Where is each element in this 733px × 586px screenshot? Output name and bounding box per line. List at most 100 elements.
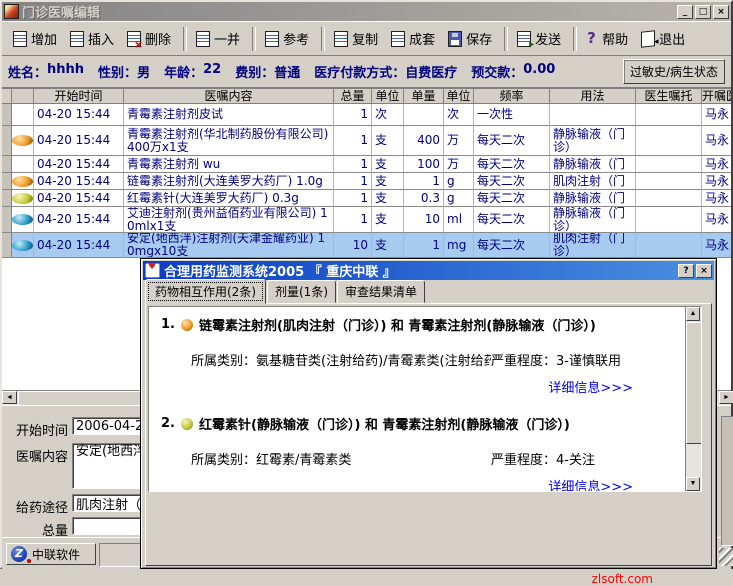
cell-order-content[interactable]: 青霉素注射剂 wu <box>124 156 334 173</box>
toolbar-button[interactable]: 参考 <box>260 25 317 52</box>
cell-unit1[interactable]: 支 <box>372 126 404 156</box>
cell-unit2[interactable]: 万 <box>444 156 474 173</box>
toolbar-button[interactable]: 一并 <box>191 25 248 52</box>
toolbar-button[interactable]: 成套 <box>386 25 443 52</box>
cell-unit1[interactable]: 支 <box>372 156 404 173</box>
allergy-history-button[interactable]: 过敏史/病生状态 <box>623 59 725 84</box>
cell-unit1[interactable]: 支 <box>372 190 404 207</box>
scroll-right-icon[interactable]: ► <box>719 391 733 404</box>
cell-frequency[interactable]: 每天二次 <box>474 126 550 156</box>
cell-doctor-note[interactable] <box>636 156 702 173</box>
cell-prescribing-doctor[interactable]: 马永 <box>702 126 731 156</box>
detail-info-link[interactable]: 详细信息>>> <box>159 476 685 492</box>
row-selector-cell[interactable] <box>2 156 12 173</box>
cell-amount[interactable]: 400 <box>404 126 444 156</box>
toolbar-button[interactable]: 发送 <box>512 25 569 52</box>
cell-total[interactable]: 1 <box>334 173 372 190</box>
cell-total[interactable]: 1 <box>334 104 372 126</box>
toolbar-button[interactable]: 复制 <box>329 25 386 52</box>
cell-frequency[interactable]: 每天二次 <box>474 190 550 207</box>
scroll-up-icon[interactable]: ▲ <box>686 307 700 321</box>
table-row[interactable]: 04-20 15:44 红霉素针(大连美罗大药厂) 0.3g 1 支 0.3 g… <box>2 190 731 207</box>
toolbar-button[interactable]: 帮助 <box>581 25 636 52</box>
cell-prescribing-doctor[interactable]: 马永 <box>702 233 731 258</box>
cell-doctor-note[interactable] <box>636 104 702 126</box>
dialog-tab[interactable]: 剂量(1条) <box>267 280 336 303</box>
cell-unit1[interactable]: 支 <box>372 233 404 258</box>
cell-order-content[interactable]: 青霉素注射剂皮试 <box>124 104 334 126</box>
cell-unit2[interactable]: ml <box>444 207 474 233</box>
table-row[interactable]: 04-20 15:44 青霉素注射剂(华北制药股份有限公司) 400万x1支 1… <box>2 126 731 156</box>
cell-amount[interactable]: 1 <box>404 173 444 190</box>
row-selector-cell[interactable] <box>2 190 12 207</box>
cell-usage[interactable]: 肌肉注射（门诊） <box>550 233 636 258</box>
cell-usage[interactable]: 静脉输液（门诊） <box>550 207 636 233</box>
cell-doctor-note[interactable] <box>636 190 702 207</box>
cell-start-time[interactable]: 04-20 15:44 <box>34 173 124 190</box>
minimize-button[interactable]: _ <box>677 5 693 19</box>
cell-total[interactable]: 1 <box>334 126 372 156</box>
cell-start-time[interactable]: 04-20 15:44 <box>34 126 124 156</box>
cell-total[interactable]: 10 <box>334 233 372 258</box>
cell-frequency[interactable]: 每天二次 <box>474 233 550 258</box>
cell-start-time[interactable]: 04-20 15:44 <box>34 190 124 207</box>
cell-order-content[interactable]: 艾迪注射剂(贵州益佰药业有限公司) 10mlx1支 <box>124 207 334 233</box>
cell-start-time[interactable]: 04-20 15:44 <box>34 104 124 126</box>
cell-unit2[interactable]: 万 <box>444 126 474 156</box>
vscroll-thumb[interactable] <box>686 322 702 444</box>
cell-frequency[interactable]: 一次性 <box>474 104 550 126</box>
resize-grip[interactable] <box>719 548 733 566</box>
cell-usage[interactable] <box>550 104 636 126</box>
table-row[interactable]: 04-20 15:44 青霉素注射剂皮试 1 次 次 一次性 马永 <box>2 104 731 126</box>
row-selector-cell[interactable] <box>2 173 12 190</box>
cell-usage[interactable]: 静脉输液（门 <box>550 190 636 207</box>
cell-prescribing-doctor[interactable]: 马永 <box>702 190 731 207</box>
scroll-left-icon[interactable]: ◄ <box>2 391 17 404</box>
cell-unit2[interactable]: g <box>444 190 474 207</box>
cell-total[interactable]: 1 <box>334 190 372 207</box>
toolbar-button[interactable]: 增加 <box>8 25 65 52</box>
row-selector-cell[interactable] <box>2 233 12 258</box>
cell-unit2[interactable]: mg <box>444 233 474 258</box>
cell-doctor-note[interactable] <box>636 173 702 190</box>
row-selector-cell[interactable] <box>2 207 12 233</box>
cell-frequency[interactable]: 每天二次 <box>474 173 550 190</box>
cell-total[interactable]: 1 <box>334 156 372 173</box>
maximize-button[interactable]: □ <box>695 5 711 19</box>
cell-amount[interactable] <box>404 104 444 126</box>
cell-amount[interactable]: 100 <box>404 156 444 173</box>
toolbar-button[interactable]: 删除 <box>122 25 179 52</box>
toolbar-button[interactable]: 退出 <box>636 25 693 52</box>
cell-doctor-note[interactable] <box>636 207 702 233</box>
cell-unit1[interactable]: 支 <box>372 173 404 190</box>
toolbar-button[interactable]: 插入 <box>65 25 122 52</box>
cell-prescribing-doctor[interactable]: 马永 <box>702 207 731 233</box>
cell-total[interactable]: 1 <box>334 207 372 233</box>
cell-usage[interactable]: 静脉输液（门 <box>550 156 636 173</box>
cell-unit2[interactable]: g <box>444 173 474 190</box>
cell-doctor-note[interactable] <box>636 233 702 258</box>
row-selector-cell[interactable] <box>2 126 12 156</box>
table-row[interactable]: 04-20 15:44 艾迪注射剂(贵州益佰药业有限公司) 10mlx1支 1 … <box>2 207 731 233</box>
cell-unit2[interactable]: 次 <box>444 104 474 126</box>
toolbar-button[interactable]: 保存 <box>443 25 500 52</box>
cell-order-content[interactable]: 链霉素注射剂(大连美罗大药厂) 1.0g <box>124 173 334 190</box>
table-row[interactable]: 04-20 15:44 安定(地西泮)注射剂(天津金耀药业) 10mgx10支 … <box>2 233 731 258</box>
cell-unit1[interactable]: 支 <box>372 207 404 233</box>
dialog-close-button[interactable]: × <box>696 264 712 278</box>
cell-doctor-note[interactable] <box>636 126 702 156</box>
dialog-help-button[interactable]: ? <box>678 264 694 278</box>
cell-usage[interactable]: 静脉输液（门诊） <box>550 126 636 156</box>
scroll-down-icon[interactable]: ▼ <box>686 477 700 491</box>
cell-order-content[interactable]: 安定(地西泮)注射剂(天津金耀药业) 10mgx10支 <box>124 233 334 258</box>
table-row[interactable]: 04-20 15:44 链霉素注射剂(大连美罗大药厂) 1.0g 1 支 1 g… <box>2 173 731 190</box>
cell-order-content[interactable]: 青霉素注射剂(华北制药股份有限公司) 400万x1支 <box>124 126 334 156</box>
dialog-tab[interactable]: 药物相互作用(2条) <box>145 279 266 304</box>
cell-amount[interactable]: 0.3 <box>404 190 444 207</box>
table-row[interactable]: 04-20 15:44 青霉素注射剂 wu 1 支 100 万 每天二次 静脉输… <box>2 156 731 173</box>
cell-start-time[interactable]: 04-20 15:44 <box>34 233 124 258</box>
row-selector-cell[interactable] <box>2 104 12 126</box>
cell-order-content[interactable]: 红霉素针(大连美罗大药厂) 0.3g <box>124 190 334 207</box>
cell-prescribing-doctor[interactable]: 马永 <box>702 104 731 126</box>
detail-info-link[interactable]: 详细信息>>> <box>159 377 685 396</box>
